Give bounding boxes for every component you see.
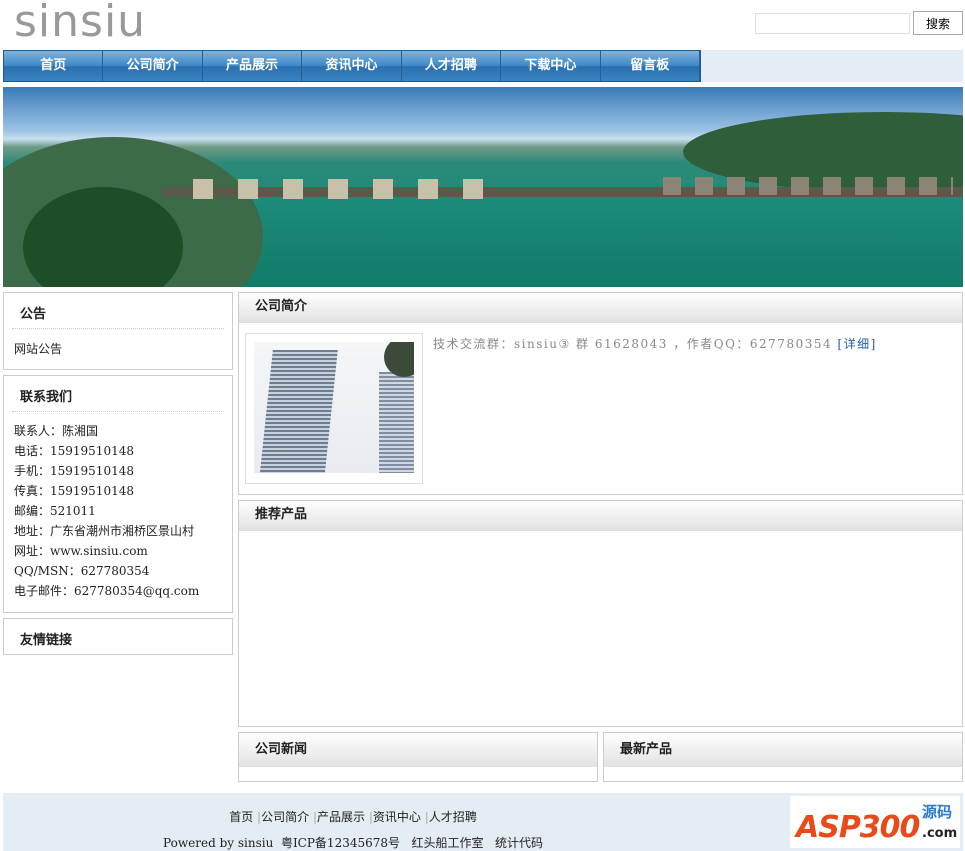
search-input[interactable] bbox=[755, 13, 910, 34]
notice-text[interactable]: 网站公告 bbox=[4, 329, 232, 369]
nav-products[interactable]: 产品展示 bbox=[203, 51, 303, 81]
intro-more-link[interactable]: [详细] bbox=[837, 337, 876, 351]
intro-title: 公司简介 bbox=[239, 293, 962, 323]
badge-domain: .com bbox=[922, 826, 958, 841]
notice-panel: 公告 网站公告 bbox=[3, 292, 233, 370]
badge-sub: 源码 bbox=[922, 803, 953, 821]
contact-line: 邮编：521011 bbox=[14, 504, 96, 518]
contact-line: 联系人：陈湘国 bbox=[14, 424, 99, 438]
footer-link-news[interactable]: 资讯中心 bbox=[373, 810, 421, 824]
search-button[interactable]: 搜索 bbox=[913, 11, 963, 35]
contact-line: 手机：15919510148 bbox=[14, 464, 134, 478]
nav-news[interactable]: 资讯中心 bbox=[302, 51, 402, 81]
links-panel: 友情链接 bbox=[3, 618, 233, 655]
products-title: 推荐产品 bbox=[239, 501, 962, 531]
badge-text: ASP300 bbox=[796, 810, 920, 845]
footer-info: Powered by sinsiu 粤ICP备12345678号 红头船工作室 … bbox=[3, 834, 703, 851]
nav-downloads[interactable]: 下载中心 bbox=[501, 51, 601, 81]
intro-text: 技术交流群：sinsiu③ 群 61628043 ，作者QQ：627780354 bbox=[433, 337, 833, 351]
powered-by: Powered by sinsiu bbox=[163, 836, 274, 850]
contact-line: 电话：15919510148 bbox=[14, 444, 134, 458]
latest-title: 最新产品 bbox=[604, 733, 962, 767]
studio-link[interactable]: 红头船工作室 bbox=[411, 836, 483, 850]
site-logo: sinsiu bbox=[14, 0, 147, 47]
latest-panel: 最新产品 bbox=[603, 732, 963, 782]
icp-link[interactable]: 粤ICP备12345678号 bbox=[281, 836, 400, 850]
footer: 首页 |公司简介 |产品展示 |资讯中心 |人才招聘 Powered by si… bbox=[3, 793, 963, 851]
contact-line: 传真：15919510148 bbox=[14, 484, 134, 498]
footer-link-home[interactable]: 首页 bbox=[229, 810, 253, 824]
nav-bar: 首页 公司简介 产品展示 资讯中心 人才招聘 下载中心 留言板 bbox=[3, 50, 963, 82]
products-panel: 推荐产品 bbox=[238, 500, 963, 727]
contact-line: 电子邮件：627780354@qq.com bbox=[14, 584, 200, 598]
contact-panel: 联系我们 联系人：陈湘国 电话：15919510148 手机：159195101… bbox=[3, 375, 233, 613]
news-title: 公司新闻 bbox=[239, 733, 597, 767]
stats-link[interactable]: 统计代码 bbox=[495, 836, 543, 850]
intro-panel: 公司简介 技术交流群：sinsiu③ 群 61628043 ，作者QQ：6277… bbox=[238, 292, 963, 495]
nav-home[interactable]: 首页 bbox=[4, 51, 104, 81]
nav-jobs[interactable]: 人才招聘 bbox=[402, 51, 502, 81]
banner-image bbox=[3, 87, 963, 287]
contact-line: 网址：www.sinsiu.com bbox=[14, 544, 148, 558]
footer-link-jobs[interactable]: 人才招聘 bbox=[429, 810, 477, 824]
notice-title: 公告 bbox=[12, 293, 224, 329]
asp300-logo[interactable]: ASP300 源码 .com bbox=[790, 796, 960, 848]
contact-line: 地址：广东省潮州市湘桥区景山村 bbox=[14, 524, 195, 538]
nav-about[interactable]: 公司简介 bbox=[103, 51, 203, 81]
news-panel: 公司新闻 bbox=[238, 732, 598, 782]
nav-guestbook[interactable]: 留言板 bbox=[601, 51, 700, 81]
footer-links: 首页 |公司简介 |产品展示 |资讯中心 |人才招聘 bbox=[3, 808, 703, 825]
footer-link-products[interactable]: 产品展示 bbox=[317, 810, 365, 824]
contact-line: QQ/MSN：627780354 bbox=[14, 564, 150, 578]
links-title: 友情链接 bbox=[20, 633, 73, 648]
contact-title: 联系我们 bbox=[12, 376, 224, 412]
footer-link-about[interactable]: 公司简介 bbox=[261, 810, 309, 824]
building-image bbox=[245, 333, 423, 484]
